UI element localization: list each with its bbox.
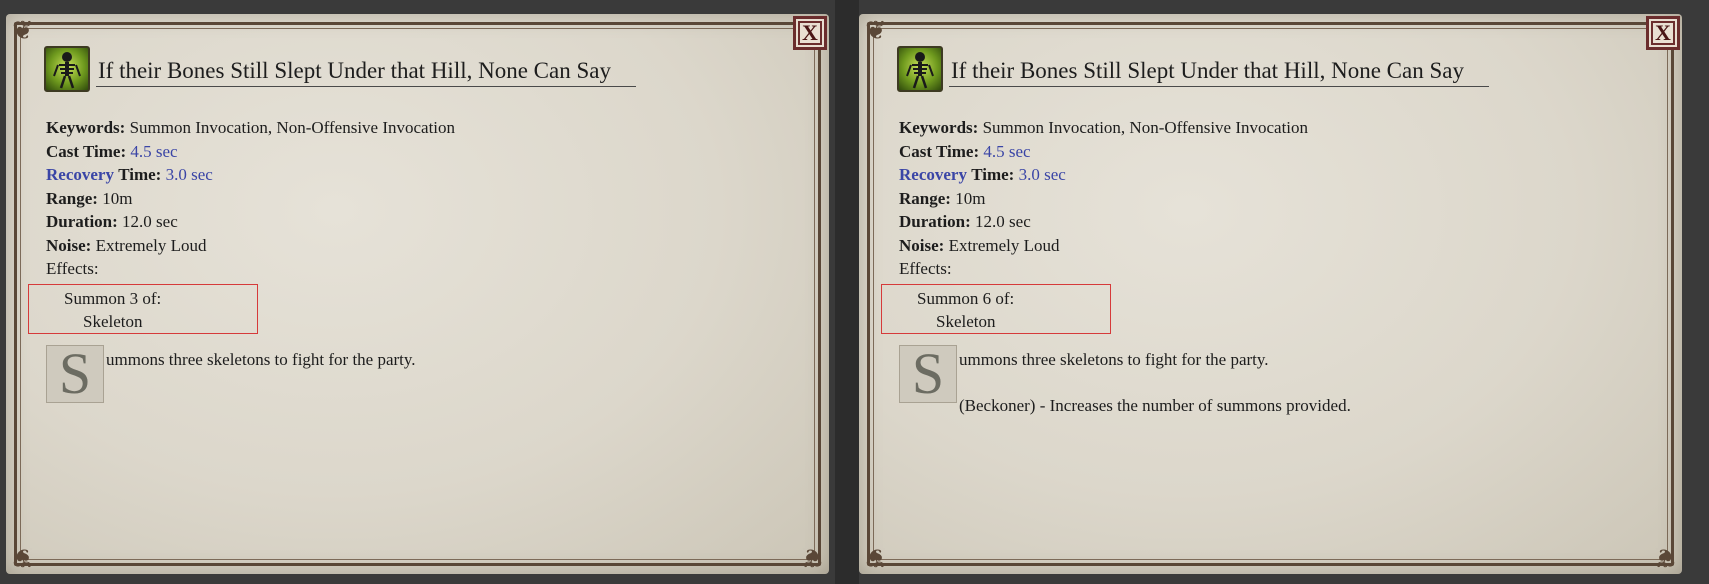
recovery-time-row: Recovery Time: 3.0 sec [46,165,213,184]
close-button[interactable]: X [793,16,827,50]
tooltip-panel-right: ❦ ❦ ❦ X If their Bones Still Slept Under… [859,14,1682,574]
title-underline [96,86,636,87]
corner-ornament-icon: ❦ [865,16,887,45]
ability-properties: Keywords: Summon Invocation, Non-Offensi… [899,116,1308,281]
cast-time-row: Cast Time: 4.5 sec [899,141,1031,161]
effects-label: Effects: [899,259,952,278]
ability-properties: Keywords: Summon Invocation, Non-Offensi… [46,116,455,281]
close-icon: X [802,20,818,45]
illuminated-letter-icon: S [46,345,104,403]
corner-ornament-icon: ❦ [801,543,823,572]
keywords-row: Keywords: Summon Invocation, Non-Offensi… [899,118,1309,137]
noise-row: Noise: Extremely Loud [46,235,207,255]
panel-gap [835,0,859,584]
recovery-link[interactable]: Recovery [46,165,114,184]
ability-title: If their Bones Still Slept Under that Hi… [951,58,1464,83]
duration-row: Duration: 12.0 sec [46,212,178,231]
corner-ornament-icon: ❦ [865,543,887,572]
skeleton-summon-icon [44,46,90,92]
ability-title: If their Bones Still Slept Under that Hi… [98,58,611,83]
ability-extra-description: (Beckoner) - Increases the number of sum… [959,396,1351,415]
range-row: Range: 10m [46,188,133,208]
effects-label: Effects: [46,259,99,278]
summon-count-text: Summon 3 of: [64,289,162,308]
title-underline [949,86,1489,87]
duration-row: Duration: 12.0 sec [899,212,1031,231]
summon-creature-link[interactable]: Skeleton [936,312,996,332]
summon-creature-link[interactable]: Skeleton [83,312,143,332]
corner-ornament-icon: ❦ [12,16,34,45]
summon-count-text: Summon 6 of: [917,289,1015,308]
ability-description: ummons three skeletons to fight for the … [959,350,1269,369]
range-row: Range: 10m [899,188,986,208]
corner-ornament-icon: ❦ [1654,543,1676,572]
illuminated-letter-icon: S [899,345,957,403]
close-button[interactable]: X [1646,16,1680,50]
recovery-link[interactable]: Recovery [899,165,967,184]
keywords-row: Keywords: Summon Invocation, Non-Offensi… [46,118,456,137]
noise-row: Noise: Extremely Loud [899,235,1060,255]
ability-description: ummons three skeletons to fight for the … [106,350,416,369]
tooltip-panel-left: ❦ ❦ ❦ X If their Bones Still Slept Under… [6,14,829,574]
skeleton-summon-icon [897,46,943,92]
corner-ornament-icon: ❦ [12,543,34,572]
cast-time-row: Cast Time: 4.5 sec [46,141,178,161]
close-icon: X [1655,20,1671,45]
recovery-time-row: Recovery Time: 3.0 sec [899,165,1066,184]
